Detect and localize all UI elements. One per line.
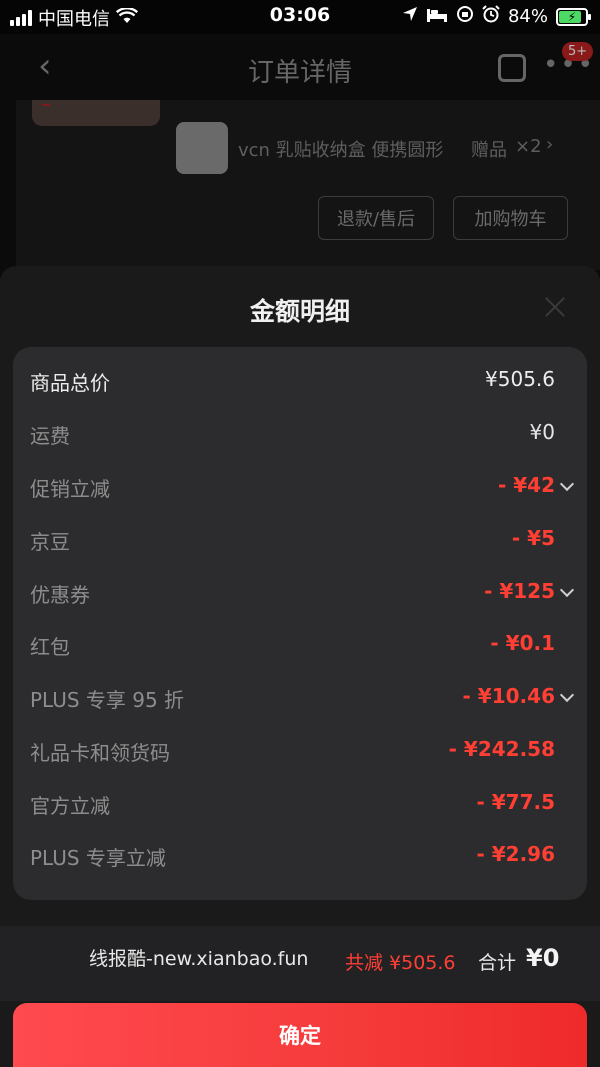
row-value: ¥505.6 bbox=[485, 367, 555, 391]
gift-name[interactable]: vcn 乳贴收纳盒 便携圆形 bbox=[238, 136, 443, 162]
row-label: 京豆 bbox=[30, 530, 70, 554]
row-label: 商品总价 bbox=[30, 371, 110, 395]
add-to-cart-button[interactable]: 加购物车 bbox=[453, 196, 568, 240]
row-promotion[interactable]: 促销立减 - ¥42 bbox=[13, 467, 587, 507]
row-label: 红包 bbox=[30, 635, 70, 659]
close-icon[interactable] bbox=[538, 290, 572, 324]
row-plus-reduction: PLUS 专享立减 - ¥2.96 bbox=[13, 836, 587, 876]
row-shipping: 运费 ¥0 bbox=[13, 414, 587, 454]
status-bar: 中国电信 03:06 84% ⚡ bbox=[0, 0, 600, 34]
thumbnail-price-tag bbox=[42, 104, 50, 106]
row-label: PLUS 专享立减 bbox=[30, 846, 166, 870]
row-value: - ¥77.5 bbox=[476, 790, 555, 814]
confirm-button[interactable]: 确定 bbox=[13, 1003, 587, 1067]
location-icon bbox=[402, 6, 418, 27]
row-label: 促销立减 bbox=[30, 477, 110, 501]
chevron-down-icon[interactable] bbox=[559, 476, 575, 492]
row-label: PLUS 专享 95 折 bbox=[30, 688, 185, 712]
gift-tag: 赠品 bbox=[471, 140, 507, 161]
share-icon[interactable] bbox=[498, 54, 526, 82]
chevron-right-icon[interactable]: › bbox=[546, 134, 553, 155]
battery-percent: 84% bbox=[507, 6, 548, 27]
refund-button[interactable]: 退款/售后 bbox=[318, 196, 434, 240]
row-label: 优惠券 bbox=[30, 583, 90, 607]
row-value: - ¥125 bbox=[484, 579, 555, 603]
row-value: - ¥42 bbox=[497, 473, 555, 497]
status-right: 84% ⚡ bbox=[402, 5, 591, 28]
row-label: 礼品卡和领货码 bbox=[30, 741, 170, 765]
amount-detail-card: 商品总价 ¥505.6 运费 ¥0 促销立减 - ¥42 京豆 - ¥5 优惠券… bbox=[13, 347, 587, 900]
row-red-packet: 红包 - ¥0.1 bbox=[13, 625, 587, 665]
row-plus-discount[interactable]: PLUS 专享 95 折 - ¥10.46 bbox=[13, 678, 587, 718]
gift-thumbnail[interactable] bbox=[176, 122, 228, 174]
summary-bar: 线报酷-new.xianbao.fun 共减 ¥505.6 合计 ¥0 bbox=[0, 926, 600, 1001]
battery-icon: ⚡ bbox=[556, 7, 591, 26]
row-value: - ¥242.58 bbox=[448, 737, 555, 761]
total-value: ¥0 bbox=[526, 944, 560, 972]
row-item-total: 商品总价 ¥505.6 bbox=[13, 361, 587, 401]
gift-count: ×2 bbox=[515, 136, 542, 157]
alarm-icon bbox=[482, 5, 500, 28]
bed-icon bbox=[426, 6, 448, 27]
row-jingdou: 京豆 - ¥5 bbox=[13, 520, 587, 560]
row-value: ¥0 bbox=[529, 420, 555, 444]
product-card: vcn 乳贴收纳盒 便携圆形 赠品 ×2 › 退款/售后 加购物车 bbox=[16, 100, 600, 270]
watermark-text: 线报酷-new.xianbao.fun bbox=[89, 948, 309, 970]
row-gift-card: 礼品卡和领货码 - ¥242.58 bbox=[13, 731, 587, 771]
product-thumbnail[interactable] bbox=[32, 100, 160, 126]
row-value: - ¥5 bbox=[511, 526, 555, 550]
row-value: - ¥2.96 bbox=[476, 842, 555, 866]
row-official-discount: 官方立减 - ¥77.5 bbox=[13, 784, 587, 824]
lock-rotation-icon bbox=[456, 5, 474, 28]
message-badge: 5+ bbox=[562, 42, 594, 61]
chevron-down-icon[interactable] bbox=[559, 687, 575, 703]
row-label: 官方立减 bbox=[30, 794, 110, 818]
row-label: 运费 bbox=[30, 424, 70, 448]
row-value: - ¥10.46 bbox=[462, 684, 555, 708]
total-label: 合计 bbox=[478, 952, 517, 974]
row-coupon[interactable]: 优惠券 - ¥125 bbox=[13, 573, 587, 613]
chevron-down-icon[interactable] bbox=[559, 582, 575, 598]
sheet-title: 金额明细 bbox=[249, 297, 350, 326]
nav-bar: ‹ 订单详情 ••• 5+ bbox=[0, 34, 600, 100]
total-saving: 共减 ¥505.6 bbox=[345, 952, 456, 974]
row-value: - ¥0.1 bbox=[490, 631, 555, 655]
